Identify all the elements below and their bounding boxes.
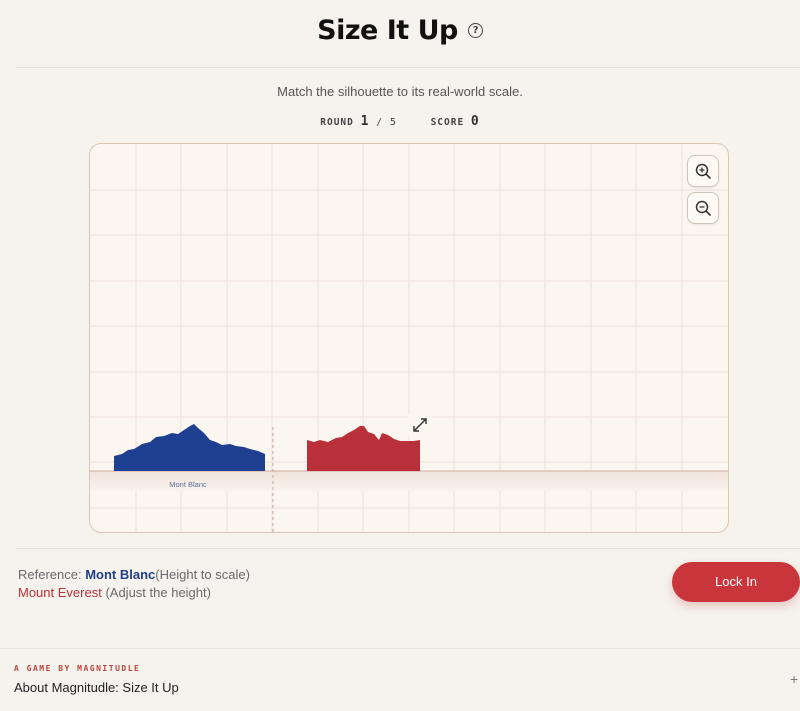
score-value: 0 — [470, 114, 480, 129]
zoom-in-button[interactable] — [687, 155, 719, 187]
title-text: Size It Up — [317, 15, 458, 46]
round-separator: / — [376, 117, 384, 128]
target-note: (Adjust the height) — [105, 585, 211, 600]
header: Size It Up? — [0, 0, 800, 68]
target-line: Mount Everest (Adjust the height) — [18, 584, 250, 602]
game-stats: ROUND 1 / 5 SCORE 0 — [0, 114, 800, 129]
game-board[interactable]: Mont Blanc — [89, 143, 729, 533]
round-total: 5 — [389, 117, 397, 128]
reference-name: Mont Blanc — [85, 567, 156, 582]
page-title: Size It Up? — [0, 14, 800, 46]
board-divider — [16, 548, 800, 549]
mont-blanc-silhouette — [114, 424, 265, 471]
plus-icon[interactable]: + — [790, 671, 798, 687]
header-divider — [16, 67, 800, 68]
round-label: ROUND — [320, 117, 354, 128]
footer-kicker: A GAME BY MAGNITUDLE — [14, 664, 141, 673]
zoom-out-button[interactable] — [687, 192, 719, 224]
question-circle-icon[interactable]: ? — [467, 23, 483, 38]
reference-silhouette-label: Mont Blanc — [169, 480, 207, 489]
score-label: SCORE — [430, 117, 465, 128]
round-info: Reference: Mont Blanc(Height to scale) M… — [18, 566, 250, 602]
resize-diagonal-icon — [413, 418, 427, 432]
zoom-out-icon — [695, 200, 711, 216]
mount-everest-silhouette[interactable] — [307, 426, 420, 471]
reference-note: (Height to scale) — [155, 567, 250, 582]
scale-canvas — [90, 144, 728, 532]
footer-divider — [0, 648, 800, 649]
target-name: Mount Everest — [18, 585, 102, 600]
reference-line: Reference: Mont Blanc(Height to scale) — [18, 566, 250, 584]
instructions: Match the silhouette to its real-world s… — [277, 84, 523, 99]
reference-prefix: Reference: — [18, 567, 82, 582]
lock-in-button[interactable]: Lock In — [672, 562, 800, 602]
zoom-in-icon — [695, 163, 711, 179]
resize-handle[interactable] — [408, 413, 432, 437]
about-toggle[interactable]: About Magnitudle: Size It Up — [14, 680, 179, 695]
round-current: 1 — [360, 114, 370, 129]
